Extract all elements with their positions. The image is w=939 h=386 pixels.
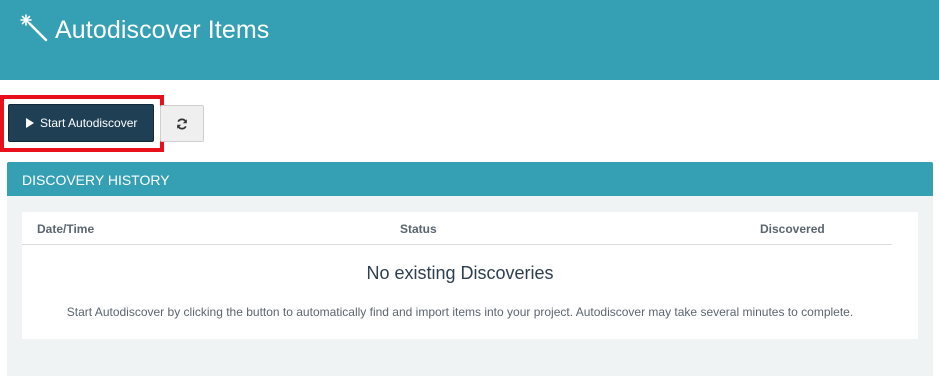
empty-state-message: Start Autodiscover by clicking the butto…: [66, 305, 854, 319]
start-autodiscover-button[interactable]: Start Autodiscover: [8, 104, 154, 142]
discovery-history-header: DISCOVERY HISTORY: [7, 162, 933, 196]
refresh-button[interactable]: [160, 105, 204, 142]
start-autodiscover-label: Start Autodiscover: [40, 116, 138, 130]
refresh-icon: [177, 118, 187, 129]
discovery-history-panel: Date/Time Status Discovered No existing …: [7, 196, 933, 376]
page-header: Autodiscover Items: [0, 0, 939, 80]
table-header-row: Date/Time Status Discovered: [22, 212, 892, 245]
page-title: Autodiscover Items: [55, 16, 270, 44]
empty-state-title: No existing Discoveries: [366, 263, 554, 283]
play-icon: [26, 118, 34, 128]
column-header-date-time[interactable]: Date/Time: [37, 222, 94, 236]
discovery-history-title: DISCOVERY HISTORY: [22, 172, 170, 188]
magic-wand-icon: [20, 14, 48, 42]
discovery-history-card: Date/Time Status Discovered No existing …: [22, 212, 918, 339]
column-header-discovered[interactable]: Discovered: [760, 222, 825, 236]
column-header-status[interactable]: Status: [400, 222, 437, 236]
